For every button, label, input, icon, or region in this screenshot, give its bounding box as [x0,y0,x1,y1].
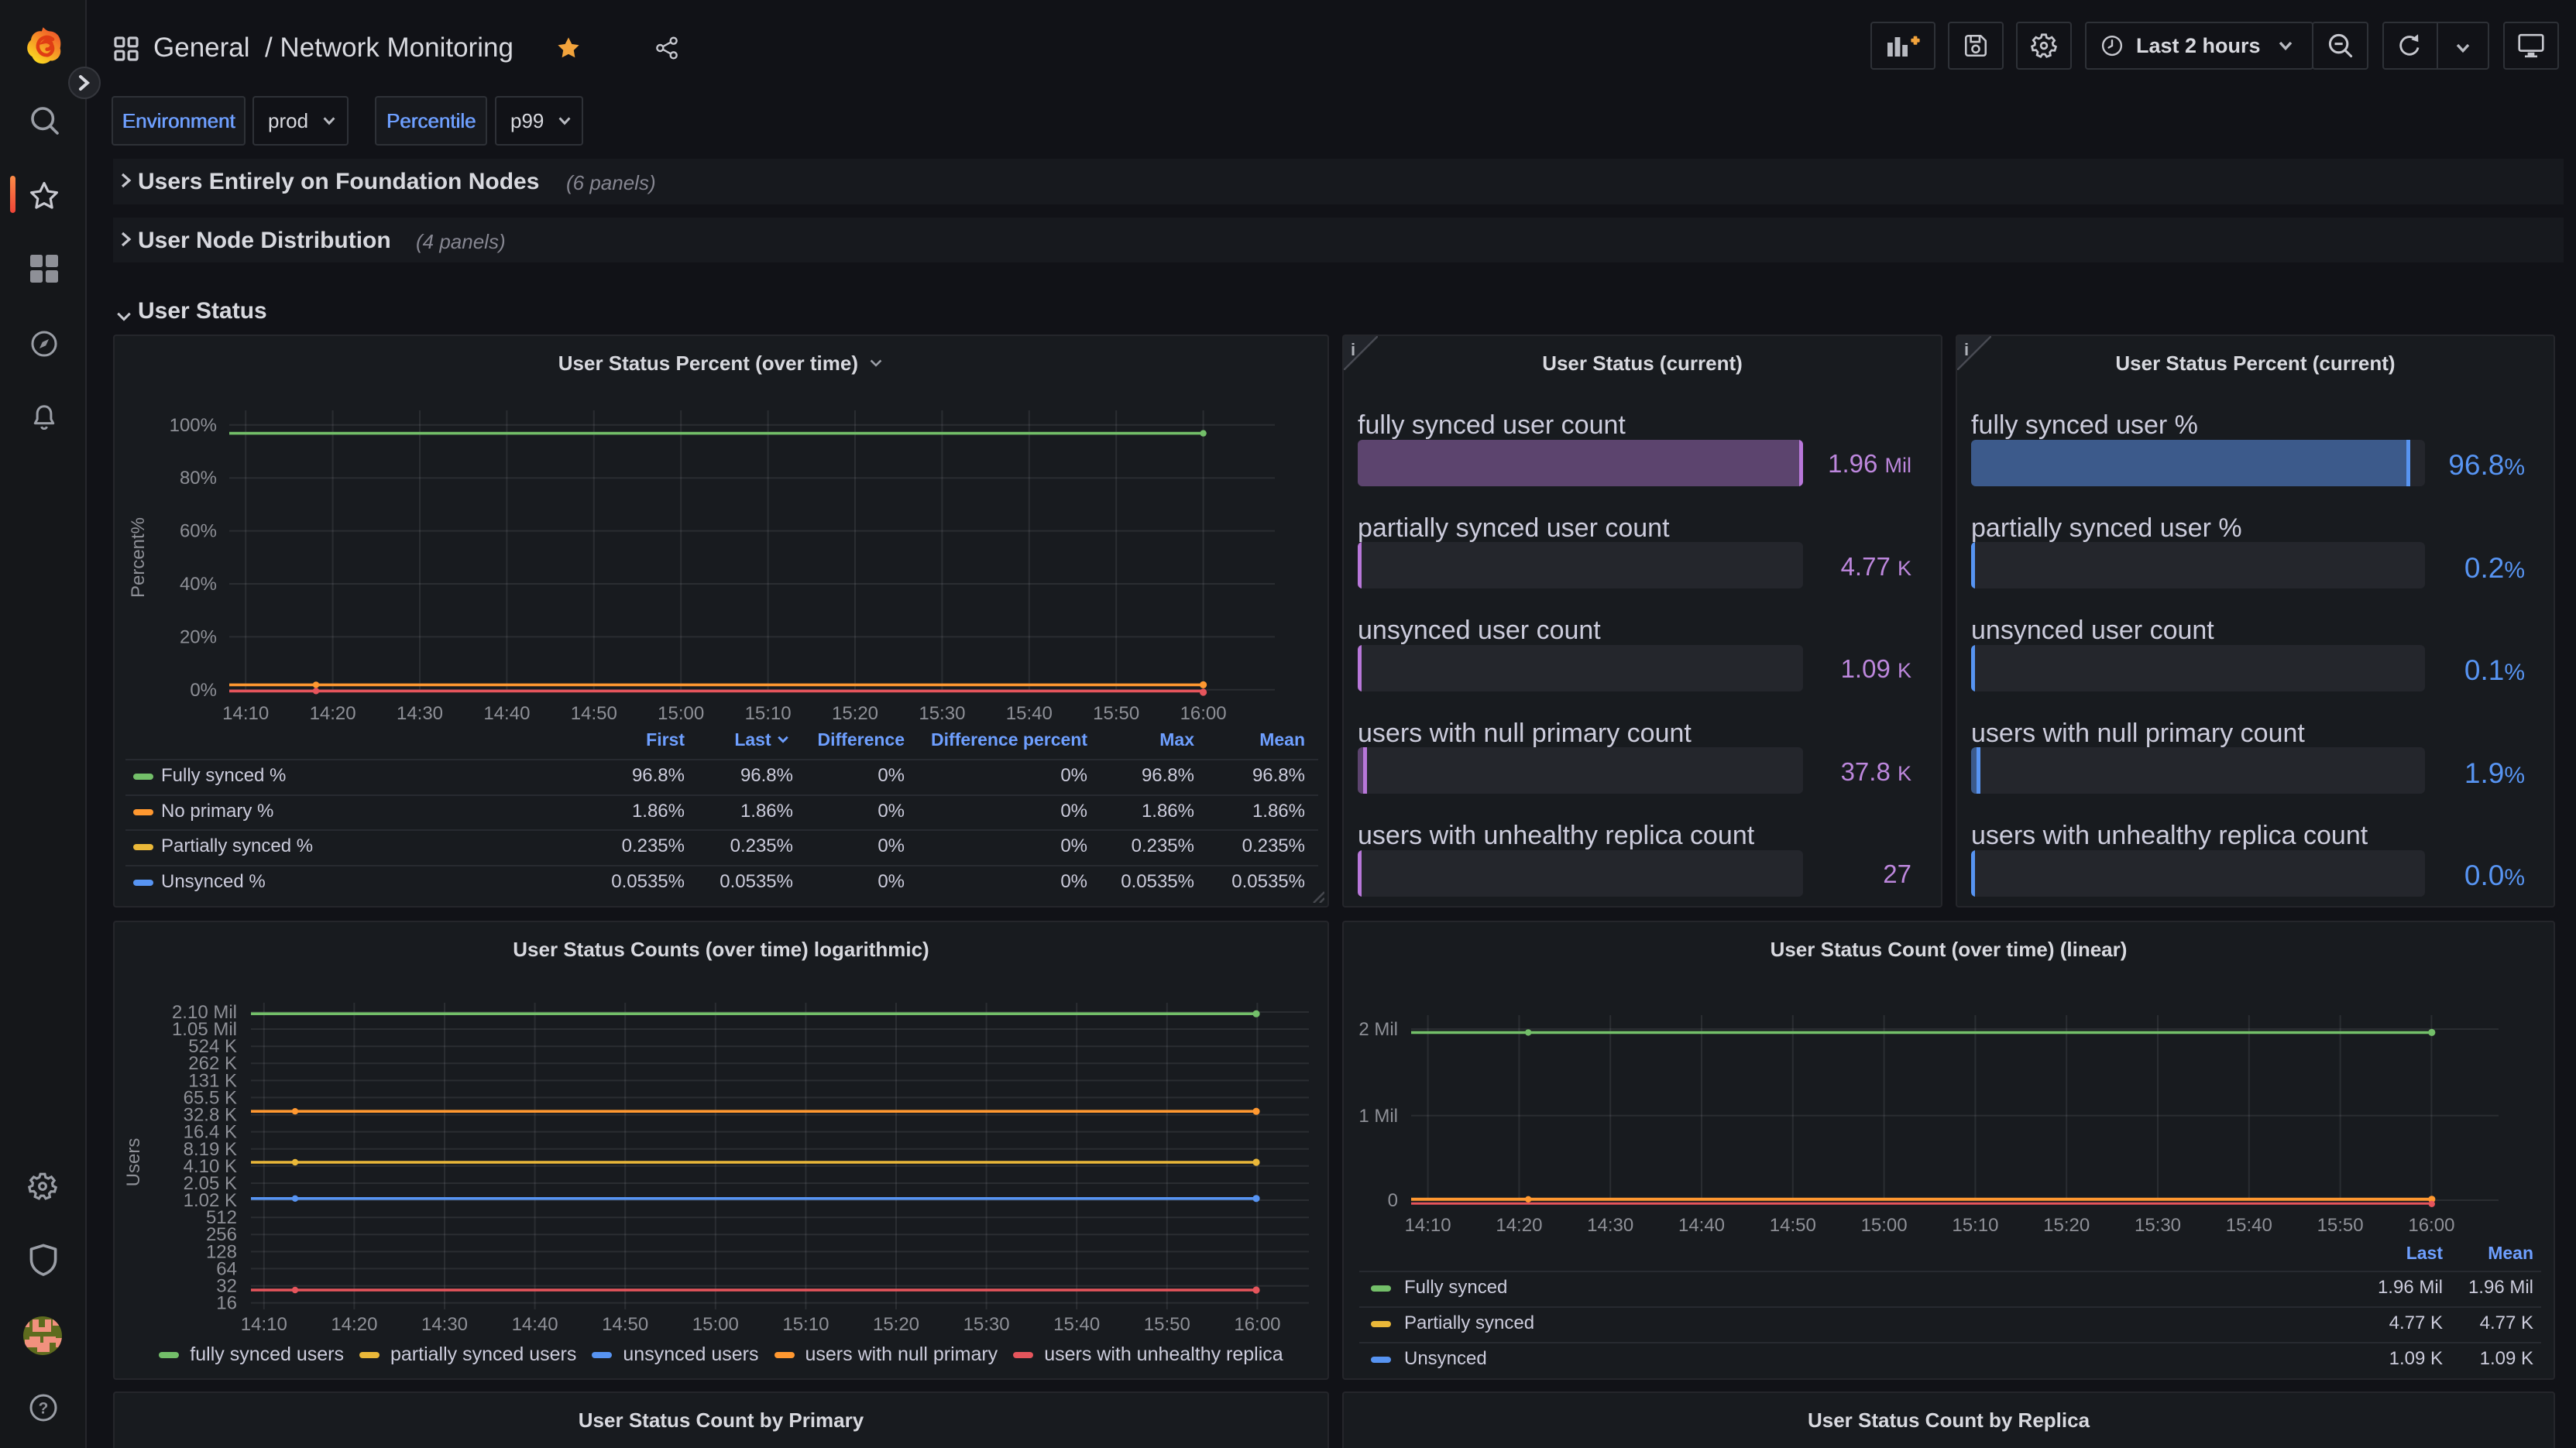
svg-text:15:40: 15:40 [2226,1215,2272,1236]
svg-text:15:20: 15:20 [873,1314,919,1335]
svg-text:16:00: 16:00 [1180,703,1227,724]
svg-text:?: ? [39,1399,49,1417]
svg-text:16: 16 [216,1293,237,1314]
svg-text:14:20: 14:20 [310,703,356,724]
svg-text:15:10: 15:10 [782,1314,829,1335]
svg-text:0: 0 [1388,1190,1398,1211]
svg-text:15:50: 15:50 [1144,1314,1190,1335]
svg-text:15:50: 15:50 [1093,703,1139,724]
svg-text:40%: 40% [180,574,217,595]
svg-text:60%: 60% [180,521,217,542]
svg-text:2 Mil: 2 Mil [1358,1019,1398,1040]
svg-text:16:00: 16:00 [2408,1215,2454,1236]
svg-text:14:20: 14:20 [331,1314,377,1335]
svg-text:15:30: 15:30 [963,1314,1010,1335]
svg-text:14:50: 14:50 [571,703,617,724]
svg-text:14:10: 14:10 [241,1314,287,1335]
svg-text:15:30: 15:30 [2135,1215,2181,1236]
svg-text:14:40: 14:40 [512,1314,558,1335]
svg-text:0%: 0% [190,680,217,701]
svg-text:15:10: 15:10 [745,703,792,724]
svg-text:15:00: 15:00 [658,703,704,724]
svg-text:100%: 100% [170,415,217,436]
svg-text:15:10: 15:10 [1952,1215,1998,1236]
svg-text:15:30: 15:30 [919,703,965,724]
svg-text:Users: Users [123,1138,144,1187]
svg-text:15:00: 15:00 [1861,1215,1908,1236]
svg-text:16:00: 16:00 [1234,1314,1280,1335]
svg-text:14:40: 14:40 [1678,1215,1725,1236]
svg-text:14:40: 14:40 [483,703,530,724]
svg-text:14:30: 14:30 [421,1314,468,1335]
svg-text:15:40: 15:40 [1053,1314,1100,1335]
svg-text:14:50: 14:50 [1770,1215,1816,1236]
svg-text:15:50: 15:50 [2317,1215,2364,1236]
svg-text:15:20: 15:20 [832,703,878,724]
svg-text:15:00: 15:00 [692,1314,739,1335]
svg-text:14:30: 14:30 [1587,1215,1633,1236]
svg-text:Percent%: Percent% [128,517,149,598]
svg-text:14:50: 14:50 [602,1314,648,1335]
svg-text:14:30: 14:30 [397,703,443,724]
svg-text:80%: 80% [180,468,217,489]
svg-text:15:20: 15:20 [2043,1215,2090,1236]
svg-text:20%: 20% [180,626,217,647]
svg-text:14:20: 14:20 [1496,1215,1542,1236]
svg-text:1 Mil: 1 Mil [1358,1106,1398,1127]
svg-text:14:10: 14:10 [1405,1215,1451,1236]
svg-text:15:40: 15:40 [1006,703,1053,724]
svg-text:14:10: 14:10 [222,703,269,724]
